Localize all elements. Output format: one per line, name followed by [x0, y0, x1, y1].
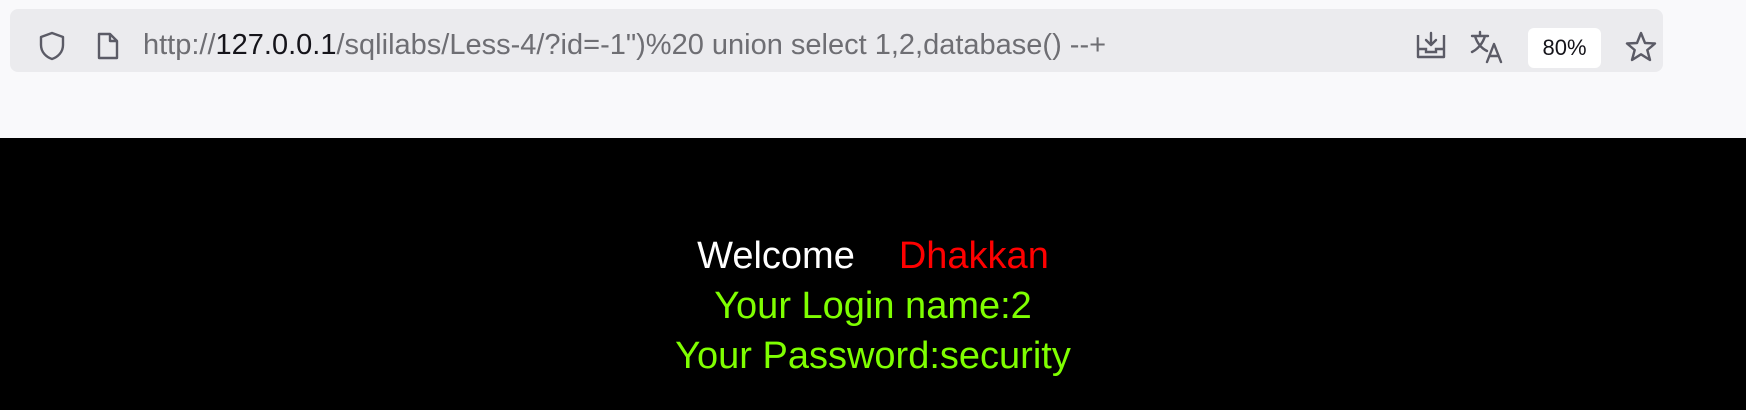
- login-name-text: Your Login name:2: [714, 285, 1032, 327]
- page-icon[interactable]: [94, 30, 122, 62]
- address-bar[interactable]: http://127.0.0.1/sqlilabs/Less-4/?id=-1"…: [10, 9, 1663, 72]
- star-icon[interactable]: [1624, 30, 1658, 64]
- welcome-line: Welcome Dhakkan: [0, 234, 1746, 278]
- url-scheme: http://: [143, 29, 216, 61]
- page-content: Welcome Dhakkan Your Login name:2 Your Pa…: [0, 138, 1746, 410]
- url-path: /sqlilabs/Less-4/?id=-1")%20 union selec…: [336, 29, 1107, 61]
- zoom-level-button[interactable]: 80%: [1528, 28, 1601, 68]
- browser-toolbar: http://127.0.0.1/sqlilabs/Less-4/?id=-1"…: [0, 0, 1746, 138]
- password-text: Your Password:security: [675, 335, 1071, 377]
- translate-icon[interactable]: [1469, 29, 1505, 65]
- url-text[interactable]: http://127.0.0.1/sqlilabs/Less-4/?id=-1"…: [143, 27, 1106, 63]
- download-icon[interactable]: [1414, 29, 1448, 63]
- url-host: 127.0.0.1: [215, 29, 337, 61]
- shield-icon[interactable]: [37, 30, 67, 62]
- welcome-name: Dhakkan: [898, 235, 1049, 277]
- welcome-text: Welcome: [697, 235, 855, 277]
